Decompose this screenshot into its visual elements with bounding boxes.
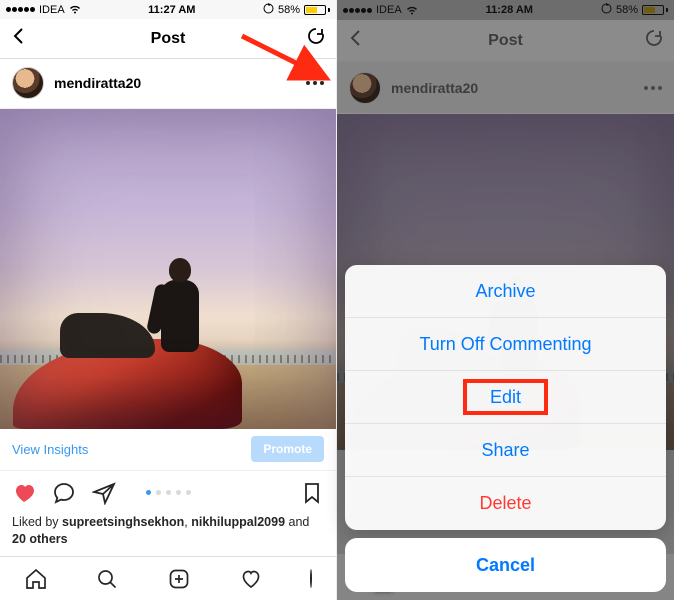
action-sheet: Archive Turn Off Commenting Edit Share D… bbox=[345, 265, 666, 592]
status-bar: IDEA 11:27 AM 58% bbox=[0, 0, 336, 19]
promote-button[interactable]: Promote bbox=[251, 436, 324, 462]
annotation-highlight-box bbox=[463, 379, 548, 415]
status-time: 11:27 AM bbox=[148, 4, 195, 16]
sheet-cancel[interactable]: Cancel bbox=[345, 538, 666, 592]
battery-icon bbox=[304, 5, 330, 15]
comment-button[interactable] bbox=[52, 481, 76, 505]
rotation-lock-icon bbox=[263, 3, 274, 17]
avatar[interactable] bbox=[12, 67, 44, 99]
sheet-archive[interactable]: Archive bbox=[345, 265, 666, 318]
battery-percent: 58% bbox=[278, 4, 300, 16]
annotation-arrow bbox=[236, 30, 336, 86]
sheet-share[interactable]: Share bbox=[345, 424, 666, 477]
username[interactable]: mendiratta20 bbox=[54, 75, 141, 91]
tab-profile[interactable] bbox=[310, 570, 312, 588]
tab-activity[interactable] bbox=[239, 567, 263, 591]
signal-strength-icon bbox=[6, 7, 35, 12]
sheet-edit[interactable]: Edit bbox=[345, 371, 666, 424]
sheet-turn-off-commenting[interactable]: Turn Off Commenting bbox=[345, 318, 666, 371]
back-button[interactable] bbox=[10, 27, 28, 50]
view-insights-link[interactable]: View Insights bbox=[12, 442, 88, 457]
post-photo[interactable] bbox=[0, 109, 336, 429]
carrier-label: IDEA bbox=[39, 4, 65, 16]
likes-text[interactable]: Liked by supreetsinghsekhon, nikhiluppal… bbox=[0, 514, 336, 556]
like-button[interactable] bbox=[12, 481, 36, 505]
sheet-delete[interactable]: Delete bbox=[345, 477, 666, 530]
tab-bar bbox=[0, 556, 336, 600]
screenshot-left: IDEA 11:27 AM 58% Post mendiratta20 bbox=[0, 0, 337, 600]
action-bar bbox=[0, 471, 336, 515]
save-button[interactable] bbox=[300, 481, 324, 505]
tab-new-post[interactable] bbox=[167, 567, 191, 591]
tab-search[interactable] bbox=[95, 567, 119, 591]
screenshot-right: IDEA 11:28 AM 58% Post mendiratta20 bbox=[337, 0, 674, 600]
share-button[interactable] bbox=[92, 481, 116, 505]
tab-home[interactable] bbox=[24, 567, 48, 591]
wifi-icon bbox=[69, 5, 81, 14]
insights-row: View Insights Promote bbox=[0, 429, 336, 471]
